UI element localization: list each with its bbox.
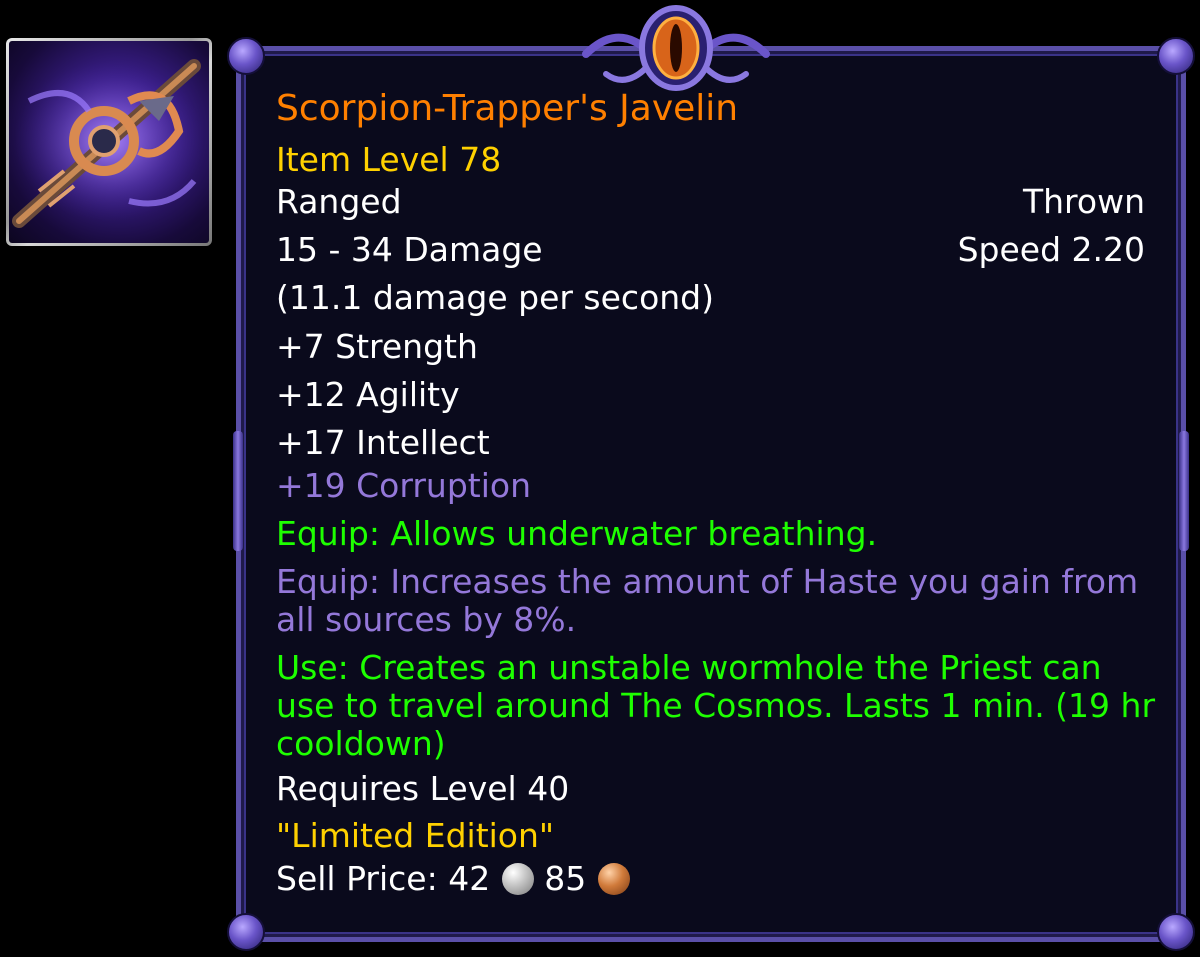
item-dps: (11.1 damage per second) xyxy=(276,278,714,317)
corner-ornament xyxy=(227,913,265,951)
required-level: Requires Level 40 xyxy=(276,769,570,808)
eye-ornament-icon xyxy=(582,5,770,91)
item-speed: Speed 2.20 xyxy=(957,230,1145,269)
sell-price: Sell Price: 42 85 xyxy=(276,860,640,898)
stat-corruption: +19 Corruption xyxy=(276,466,531,505)
equip-effect-breathing: Equip: Allows underwater breathing. xyxy=(276,514,878,553)
corner-ornament xyxy=(227,37,265,75)
corner-ornament xyxy=(1157,913,1195,951)
equip-effect-haste: Equip: Increases the amount of Haste you… xyxy=(276,562,1139,639)
sell-price-silver: 42 xyxy=(448,859,491,898)
stat-intellect: +17 Intellect xyxy=(276,423,490,462)
item-damage: 15 - 34 Damage xyxy=(276,230,543,269)
sell-price-copper: 85 xyxy=(544,859,587,898)
item-slot: Ranged xyxy=(276,182,402,221)
item-level: Item Level 78 xyxy=(276,140,502,179)
item-icon-frame[interactable] xyxy=(6,38,212,246)
copper-coin-icon xyxy=(598,863,631,895)
stat-strength: +7 Strength xyxy=(276,327,478,366)
flavor-text: "Limited Edition" xyxy=(276,816,555,855)
use-effect: Use: Creates an unstable wormhole the Pr… xyxy=(276,648,1156,763)
sell-price-label: Sell Price: xyxy=(276,859,438,898)
item-name: Scorpion-Trapper's Javelin xyxy=(276,88,739,129)
silver-coin-icon xyxy=(502,863,535,895)
side-ornament xyxy=(233,431,243,551)
corner-ornament xyxy=(1157,37,1195,75)
stat-agility: +12 Agility xyxy=(276,375,460,414)
javelin-icon xyxy=(9,41,209,243)
item-type: Thrown xyxy=(1022,182,1145,221)
side-ornament xyxy=(1179,431,1189,551)
